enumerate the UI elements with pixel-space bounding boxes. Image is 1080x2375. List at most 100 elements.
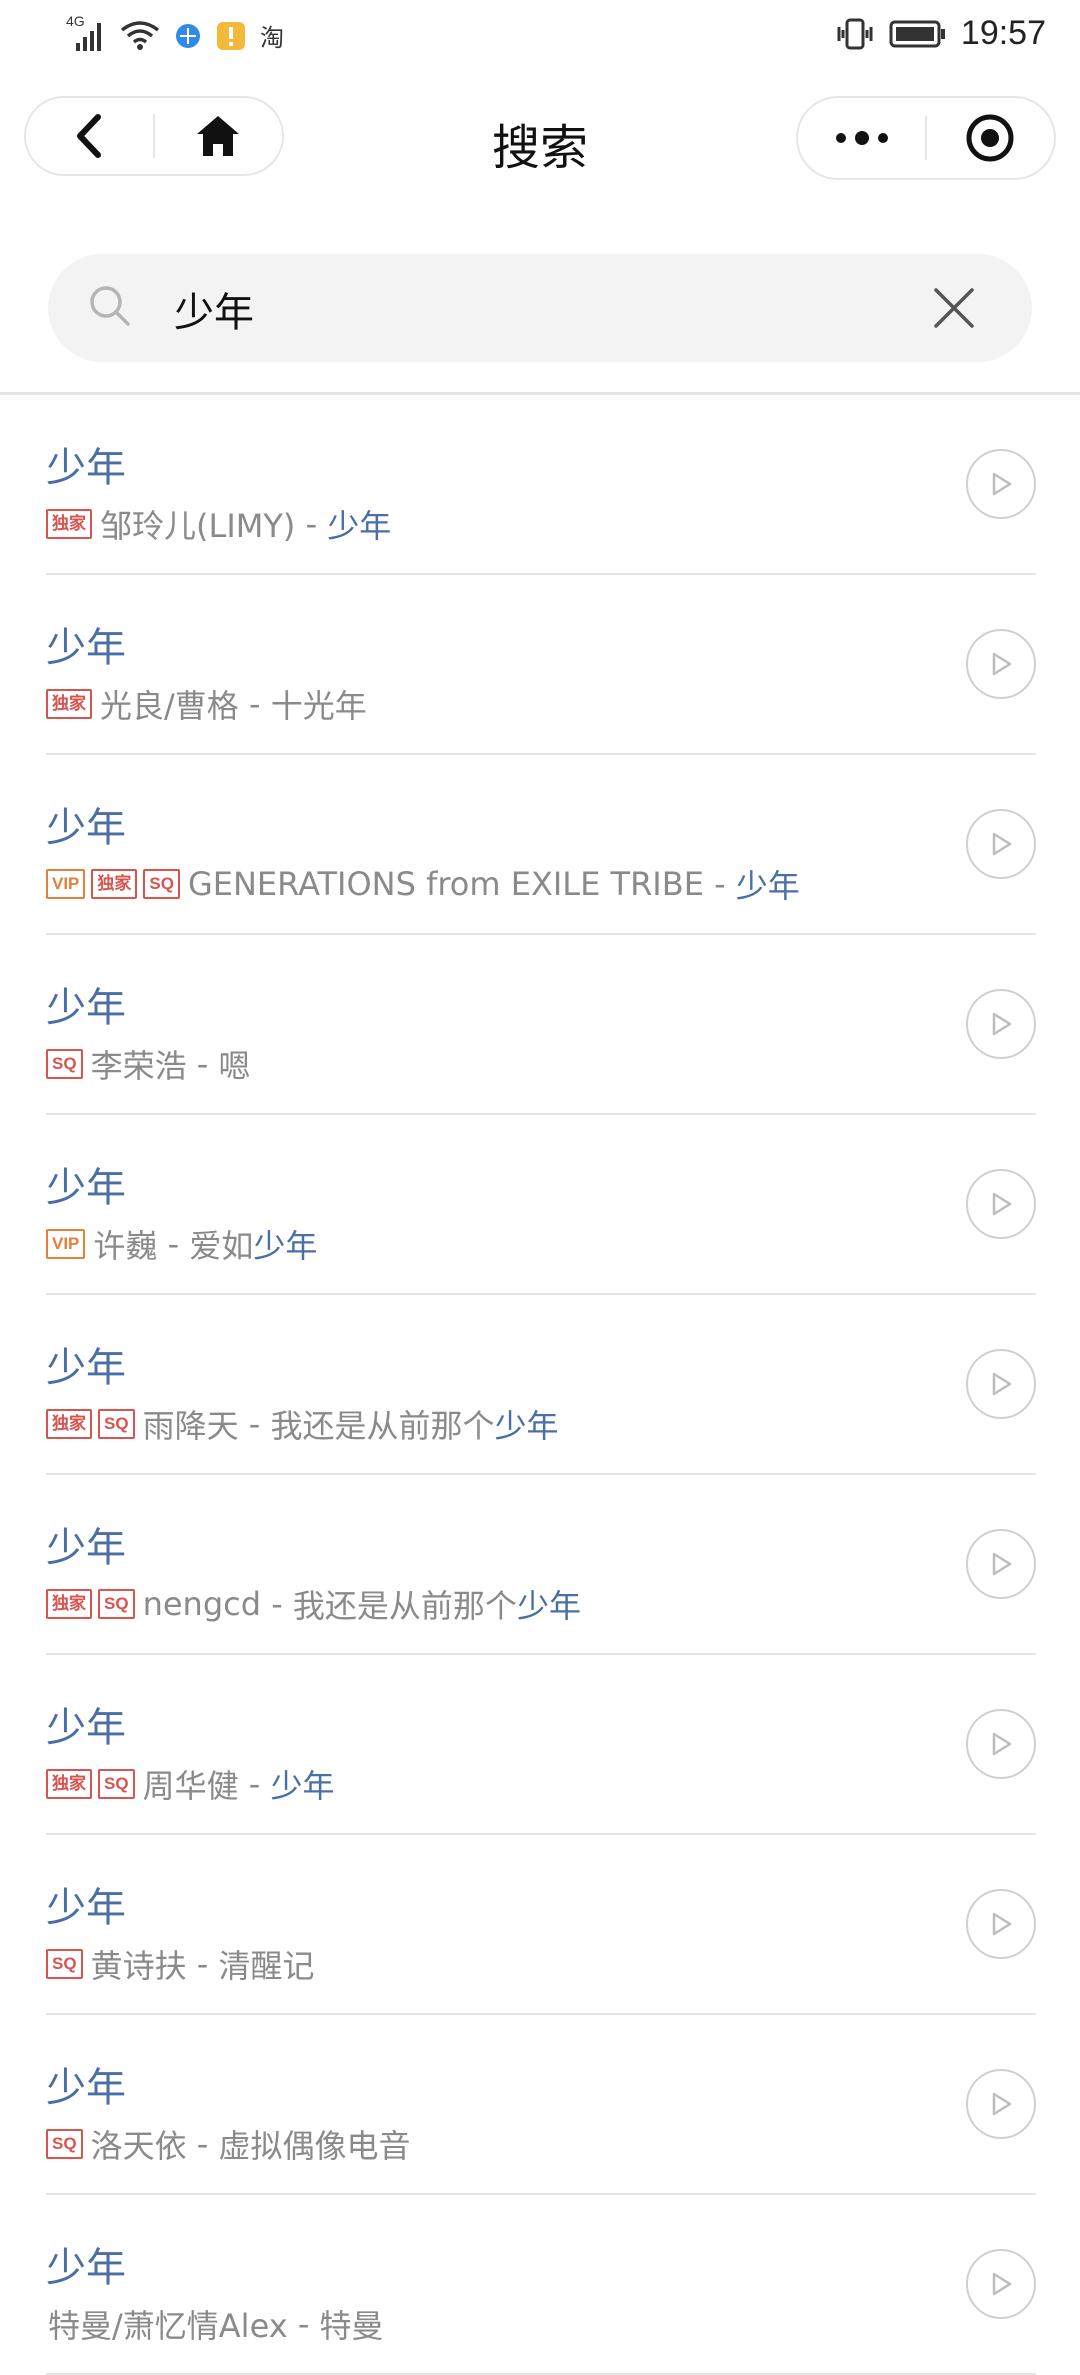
clear-icon[interactable]: [932, 286, 976, 330]
sq-badge: SQ: [46, 1949, 83, 1979]
play-button[interactable]: [966, 629, 1036, 699]
play-icon: [992, 652, 1012, 676]
album-highlight: 少年: [735, 867, 800, 905]
play-icon: [992, 1192, 1012, 1216]
play-button[interactable]: [966, 2069, 1036, 2139]
list-item[interactable]: 少年 特曼/萧忆情Alex - 特曼: [46, 2195, 1036, 2375]
separator: -: [238, 685, 271, 723]
artist-name: nengcd: [142, 1585, 262, 1623]
results-list: 少年 独家 邹玲儿(LIMY) - 少年 少年 独家 光良/曹格 - 十光年 少年 VIP 独家…: [0, 395, 1080, 2375]
play-icon: [992, 1912, 1012, 1936]
album-name: 清醒记: [218, 1947, 315, 1985]
artist-name: 雨降天: [142, 1407, 239, 1445]
wifi-icon: [120, 20, 160, 50]
play-button[interactable]: [966, 2249, 1036, 2319]
list-item[interactable]: 少年 VIP 独家 SQ GENERATIONS from EXILE TRIBE - …: [46, 755, 1036, 935]
album-highlight: 少年: [253, 1227, 318, 1265]
separator: -: [238, 1405, 271, 1443]
play-icon: [992, 2092, 1012, 2116]
play-button[interactable]: [966, 809, 1036, 879]
song-title: 少年: [46, 805, 126, 851]
network-type: 4G: [66, 12, 85, 29]
separator: -: [238, 1765, 271, 1803]
cell-signal-icon: 4G: [66, 13, 106, 53]
exclusive-badge: 独家: [46, 1409, 92, 1439]
album-name: 嗯: [218, 1047, 251, 1085]
artist-name: GENERATIONS from EXILE TRIBE: [187, 865, 704, 903]
more-button[interactable]: [798, 98, 925, 178]
notification-app-icon: [217, 21, 245, 50]
play-button[interactable]: [966, 1349, 1036, 1419]
play-button[interactable]: [966, 449, 1036, 519]
exclusive-badge: 独家: [46, 1769, 92, 1799]
separator: -: [295, 505, 328, 543]
play-button[interactable]: [966, 1709, 1036, 1779]
separator: -: [703, 865, 736, 903]
song-title: 少年: [46, 1525, 126, 1571]
separator: -: [157, 1225, 190, 1263]
song-subtitle: 独家 邹玲儿(LIMY) - 少年: [46, 501, 391, 547]
play-icon: [992, 1732, 1012, 1756]
song-title: 少年: [46, 2245, 126, 2291]
nav-right-capsule: [796, 96, 1056, 180]
play-button[interactable]: [966, 1529, 1036, 1599]
status-bar: 4G 淘 19:57: [0, 0, 1080, 76]
search-input[interactable]: [172, 276, 936, 342]
status-left: 4G 淘: [66, 13, 284, 53]
artist-name: 李荣浩: [90, 1047, 187, 1085]
list-item[interactable]: 少年 独家 SQ 周华健 - 少年: [46, 1655, 1036, 1835]
list-item[interactable]: 少年 独家 邹玲儿(LIMY) - 少年: [46, 395, 1036, 575]
album-highlight: 少年: [494, 1407, 559, 1445]
song-title: 少年: [46, 2065, 126, 2111]
play-button[interactable]: [966, 1169, 1036, 1239]
play-icon: [992, 1012, 1012, 1036]
play-icon: [992, 472, 1012, 496]
vip-badge: VIP: [46, 1229, 86, 1259]
artist-name: 许巍: [93, 1227, 158, 1265]
separator: -: [186, 2125, 219, 2163]
list-item[interactable]: 少年 VIP 许巍 - 爱如 少年: [46, 1115, 1036, 1295]
song-title: 少年: [46, 1885, 126, 1931]
play-icon: [992, 832, 1012, 856]
song-subtitle: VIP 独家 SQ GENERATIONS from EXILE TRIBE - 少年: [46, 861, 800, 907]
song-subtitle: 独家 SQ 雨降天 - 我还是从前那个 少年: [46, 1401, 559, 1447]
song-title: 少年: [46, 1165, 126, 1211]
list-item[interactable]: 少年 独家 SQ 雨降天 - 我还是从前那个 少年: [46, 1295, 1036, 1475]
song-subtitle: SQ 黄诗扶 - 清醒记: [46, 1941, 314, 1987]
list-item[interactable]: 少年 独家 SQ nengcd - 我还是从前那个 少年: [46, 1475, 1036, 1655]
browser-icon: [176, 23, 200, 48]
song-title: 少年: [46, 1345, 126, 1391]
song-title: 少年: [46, 985, 126, 1031]
vip-badge: VIP: [46, 869, 86, 899]
exclusive-badge: 独家: [46, 1589, 92, 1619]
song-subtitle: 独家 光良/曹格 - 十光年: [46, 681, 367, 727]
list-item[interactable]: 少年 SQ 洛天依 - 虚拟偶像电音: [46, 2015, 1036, 2195]
list-item[interactable]: 少年 独家 光良/曹格 - 十光年: [46, 575, 1036, 755]
song-subtitle: SQ 李荣浩 - 嗯: [46, 1041, 250, 1087]
album-highlight: 少年: [516, 1587, 581, 1625]
album-name: 我还是从前那个: [292, 1587, 517, 1625]
play-button[interactable]: [966, 1889, 1036, 1959]
album-name: 爱如: [189, 1227, 254, 1265]
sq-badge: SQ: [98, 1589, 135, 1619]
album-name: 我还是从前那个: [270, 1407, 495, 1445]
play-button[interactable]: [966, 989, 1036, 1059]
sq-badge: SQ: [46, 2129, 83, 2159]
separator: -: [261, 1585, 293, 1623]
song-subtitle: 独家 SQ nengcd - 我还是从前那个 少年: [46, 1581, 581, 1627]
list-item[interactable]: 少年 SQ 李荣浩 - 嗯: [46, 935, 1036, 1115]
list-item[interactable]: 少年 SQ 黄诗扶 - 清醒记: [46, 1835, 1036, 2015]
album-highlight: 少年: [327, 507, 392, 545]
artist-name: 光良/曹格: [100, 687, 239, 725]
taobao-icon: 淘: [260, 24, 284, 52]
song-title: 少年: [46, 1705, 126, 1751]
album-highlight: 少年: [270, 1767, 335, 1805]
sq-badge: SQ: [98, 1409, 135, 1439]
search-bar[interactable]: [48, 254, 1032, 362]
battery-icon: [889, 20, 945, 47]
target-circle-icon: [966, 114, 1014, 162]
play-icon: [992, 1552, 1012, 1576]
close-miniapp-button[interactable]: [927, 98, 1054, 178]
separator: -: [186, 1045, 219, 1083]
song-title: 少年: [46, 445, 126, 491]
